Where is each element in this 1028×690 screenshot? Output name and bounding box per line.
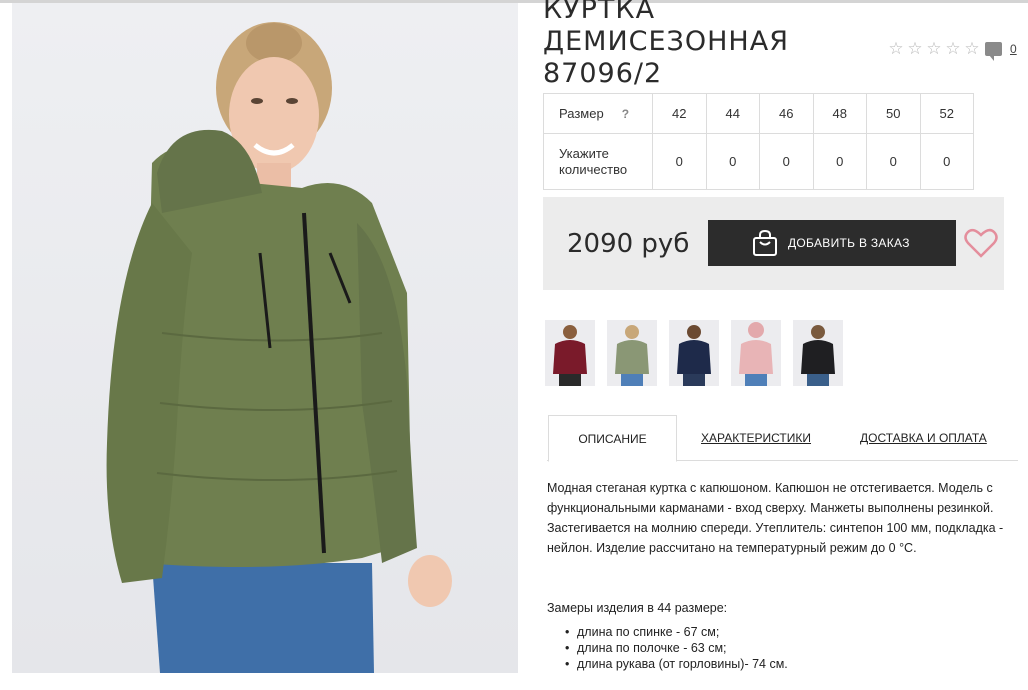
quantity-row: Укажите количество 0 0 0 0 0 0 <box>543 133 974 190</box>
list-item: длина рукава (от горловины)- 74 см. <box>565 656 788 672</box>
star-icon[interactable]: ☆ <box>944 40 962 58</box>
tab-delivery-payment[interactable]: ДОСТАВКА И ОПЛАТА <box>860 415 987 461</box>
shopping-bag-icon <box>753 230 777 256</box>
product-title: КУРТКА ДЕМИСЕЗОННАЯ 87096/2 <box>543 0 789 89</box>
size-help-icon[interactable]: ? <box>622 107 629 121</box>
size-cell: 50 <box>866 93 921 134</box>
star-icon[interactable]: ☆ <box>887 40 905 58</box>
tab-description[interactable]: ОПИСАНИЕ <box>548 415 677 462</box>
thumbnail-olive[interactable] <box>607 320 657 386</box>
comments-link[interactable]: 0 <box>985 42 1017 61</box>
quantity-input[interactable]: 0 <box>919 133 974 190</box>
list-item: длина по полочке - 63 см; <box>565 640 788 656</box>
quantity-input[interactable]: 0 <box>759 133 814 190</box>
quantity-input[interactable]: 0 <box>812 133 867 190</box>
size-cell: 48 <box>812 93 867 134</box>
measures-title: Замеры изделия в 44 размере: <box>547 601 728 615</box>
thumbnail-navy[interactable] <box>669 320 719 386</box>
product-description: Модная стеганая куртка с капюшоном. Капю… <box>547 481 1004 555</box>
product-main-photo[interactable] <box>12 3 518 673</box>
star-icon[interactable]: ☆ <box>925 40 943 58</box>
size-quantity-table: Размер? 42 44 46 48 50 52 Укажите количе… <box>543 93 974 190</box>
list-item: длина по спинке - 67 см; <box>565 624 788 640</box>
quantity-input[interactable]: 0 <box>866 133 921 190</box>
add-to-order-button[interactable]: ДОБАВИТЬ В ЗАКАЗ <box>708 220 956 266</box>
size-cell: 52 <box>919 93 974 134</box>
star-icon[interactable]: ☆ <box>963 40 981 58</box>
comment-icon[interactable] <box>985 42 1002 61</box>
quantity-label: Укажите количество <box>543 133 653 190</box>
size-cell: 44 <box>705 93 760 134</box>
heart-icon[interactable] <box>964 227 998 259</box>
size-label: Размер <box>559 105 604 121</box>
thumbnail-black[interactable] <box>793 320 843 386</box>
quantity-input[interactable]: 0 <box>705 133 760 190</box>
quantity-input[interactable]: 0 <box>652 133 707 190</box>
size-row: Размер? 42 44 46 48 50 52 <box>543 93 974 134</box>
add-to-order-label: ДОБАВИТЬ В ЗАКАЗ <box>788 236 910 250</box>
measures-list: длина по спинке - 67 см; длина по полочк… <box>565 624 788 672</box>
thumbnail-pink[interactable] <box>731 320 781 386</box>
color-thumbnails <box>545 320 843 386</box>
price: 2090 руб <box>567 229 690 259</box>
comments-count[interactable]: 0 <box>1010 42 1017 56</box>
star-icon[interactable]: ☆ <box>906 40 924 58</box>
rating-stars[interactable]: ☆ ☆ ☆ ☆ ☆ <box>887 40 981 58</box>
size-cell: 42 <box>652 93 707 134</box>
size-label-cell: Размер? <box>543 93 653 134</box>
thumbnail-burgundy[interactable] <box>545 320 595 386</box>
product-tabs: ОПИСАНИЕ ХАРАКТЕРИСТИКИ ДОСТАВКА И ОПЛАТ… <box>547 415 1018 462</box>
price-box: 2090 руб ДОБАВИТЬ В ЗАКАЗ <box>543 197 1004 290</box>
size-cell: 46 <box>759 93 814 134</box>
tab-characteristics[interactable]: ХАРАКТЕРИСТИКИ <box>701 415 811 461</box>
